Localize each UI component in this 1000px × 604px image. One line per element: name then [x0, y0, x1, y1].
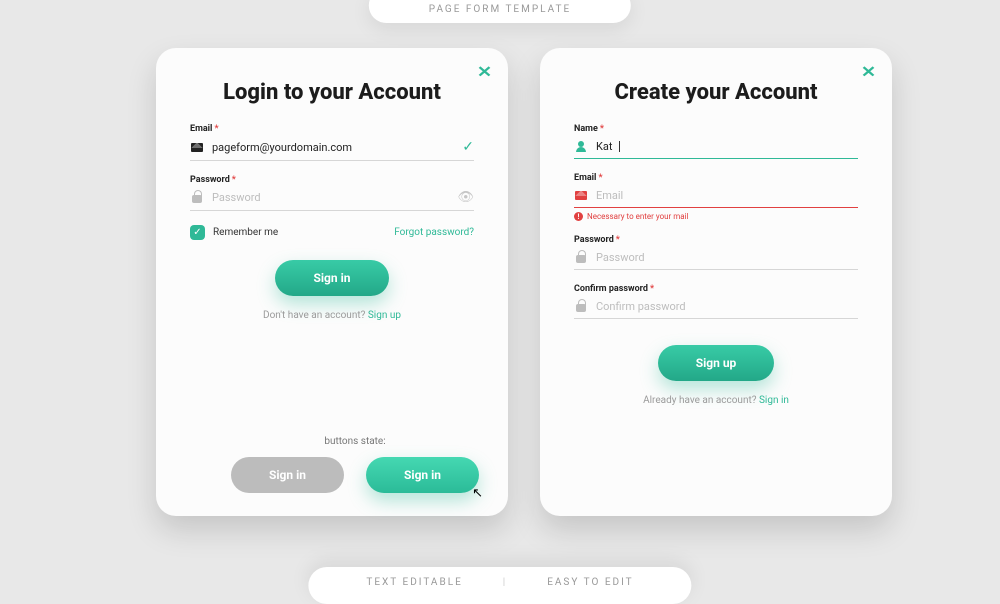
- signup-email-label: Email: [574, 173, 596, 183]
- signup-password-field: Password* Password: [574, 235, 858, 270]
- login-email-input[interactable]: pageform@yourdomain.com ✓: [190, 134, 474, 161]
- required-asterisk: *: [600, 124, 604, 134]
- login-options-row: ✓ Remember me Forgot password?: [190, 225, 474, 240]
- required-asterisk: *: [232, 175, 236, 185]
- required-asterisk: *: [214, 124, 218, 134]
- sign-up-link[interactable]: Sign up: [368, 310, 401, 321]
- signup-title: Create your Account: [574, 80, 858, 106]
- checkbox-checked-icon: ✓: [190, 225, 205, 240]
- signup-confirm-placeholder: Confirm password: [596, 300, 686, 313]
- checkmark-icon: ✓: [462, 139, 474, 155]
- remember-me-label: Remember me: [213, 227, 278, 238]
- login-password-input[interactable]: Password 👁: [190, 185, 474, 211]
- signup-email-field: Email* Email ! Necessary to enter your m…: [574, 173, 858, 221]
- signup-card: ✕ Create your Account Name* Kat Email* E…: [540, 48, 892, 516]
- signup-footer-text: Already have an account?: [643, 395, 759, 406]
- remember-me-checkbox[interactable]: ✓ Remember me: [190, 225, 278, 240]
- footer-pill-left: TEXT EDITABLE: [366, 577, 462, 588]
- signup-password-placeholder: Password: [596, 251, 645, 264]
- close-icon[interactable]: ✕: [477, 64, 492, 82]
- signup-confirm-label: Confirm password: [574, 284, 648, 294]
- footer-pill: TEXT EDITABLE | EASY TO EDIT: [308, 567, 691, 604]
- mail-icon: [190, 140, 204, 154]
- lock-icon: [574, 250, 588, 264]
- header-pill-text: PAGE FORM TEMPLATE: [429, 4, 571, 15]
- signup-email-input[interactable]: Email: [574, 183, 858, 208]
- required-asterisk: *: [598, 173, 602, 183]
- required-asterisk: *: [650, 284, 654, 294]
- lock-icon: [190, 191, 204, 205]
- login-password-label: Password: [190, 175, 230, 185]
- close-icon[interactable]: ✕: [861, 64, 876, 82]
- sign-in-button[interactable]: Sign in: [275, 260, 388, 296]
- sign-up-button[interactable]: Sign up: [658, 345, 775, 381]
- header-pill: PAGE FORM TEMPLATE: [369, 0, 631, 23]
- signup-name-value: Kat: [596, 140, 612, 153]
- sign-in-button-hover[interactable]: Sign in: [366, 457, 479, 493]
- button-states-label: buttons state:: [200, 436, 510, 447]
- signup-footer: Already have an account? Sign in: [574, 395, 858, 406]
- login-email-label: Email: [190, 124, 212, 134]
- required-asterisk: *: [616, 235, 620, 245]
- signup-name-field: Name* Kat: [574, 124, 858, 159]
- error-icon: !: [574, 212, 583, 221]
- footer-pill-right: EASY TO EDIT: [547, 577, 633, 588]
- eye-off-icon[interactable]: 👁: [457, 190, 474, 205]
- login-email-field: Email* pageform@yourdomain.com ✓: [190, 124, 474, 161]
- text-caret-icon: [619, 141, 620, 152]
- signup-confirm-field: Confirm password* Confirm password: [574, 284, 858, 319]
- signup-email-placeholder: Email: [596, 189, 623, 202]
- login-footer-text: Don't have an account?: [263, 310, 368, 321]
- forgot-password-link[interactable]: Forgot password?: [394, 227, 474, 238]
- signup-name-label: Name: [574, 124, 598, 134]
- lock-icon: [574, 299, 588, 313]
- login-password-field: Password* Password 👁: [190, 175, 474, 211]
- signup-email-error-text: Necessary to enter your mail: [587, 212, 689, 221]
- person-icon: [574, 139, 588, 153]
- signup-password-label: Password: [574, 235, 614, 245]
- login-email-value: pageform@yourdomain.com: [212, 141, 352, 154]
- login-title: Login to your Account: [190, 80, 474, 106]
- login-footer: Don't have an account? Sign up: [190, 310, 474, 321]
- mail-icon: [574, 188, 588, 202]
- divider: |: [503, 577, 507, 588]
- sign-in-link[interactable]: Sign in: [759, 395, 789, 406]
- button-states-area: buttons state: Sign in Sign in ↖: [200, 436, 510, 493]
- signup-email-error: ! Necessary to enter your mail: [574, 212, 858, 221]
- signup-name-input[interactable]: Kat: [574, 134, 858, 159]
- signup-password-input[interactable]: Password: [574, 245, 858, 270]
- sign-in-button-disabled: Sign in: [231, 457, 344, 493]
- login-password-placeholder: Password: [212, 191, 261, 204]
- signup-confirm-input[interactable]: Confirm password: [574, 294, 858, 319]
